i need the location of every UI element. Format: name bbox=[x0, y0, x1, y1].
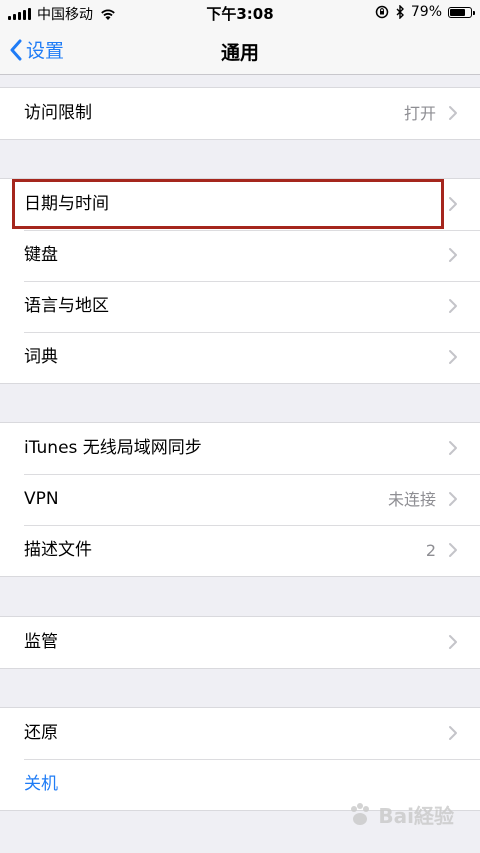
row-label: 监管 bbox=[24, 632, 58, 652]
settings-group: iTunes 无线局域网同步 VPN 未连接描述文件 2 bbox=[0, 422, 480, 577]
row-label: 还原 bbox=[24, 723, 58, 743]
chevron-right-icon bbox=[449, 106, 457, 120]
bluetooth-icon bbox=[396, 5, 404, 19]
settings-row[interactable]: 描述文件 2 bbox=[0, 525, 480, 576]
settings-group: 监管 bbox=[0, 616, 480, 669]
row-label: 访问限制 bbox=[24, 103, 92, 123]
chevron-right-icon bbox=[449, 543, 457, 557]
settings-group: 访问限制 打开 bbox=[0, 87, 480, 140]
settings-row[interactable]: 键盘 bbox=[0, 230, 480, 281]
settings-row[interactable]: iTunes 无线局域网同步 bbox=[0, 423, 480, 474]
row-value: 未连接 bbox=[387, 490, 436, 509]
chevron-right-icon bbox=[449, 248, 457, 262]
row-label: 描述文件 bbox=[24, 540, 92, 560]
chevron-right-icon bbox=[449, 441, 457, 455]
chevron-right-icon bbox=[449, 492, 457, 506]
row-label: 关机 bbox=[24, 774, 58, 794]
battery-percent: 79% bbox=[410, 4, 442, 20]
page-title: 通用 bbox=[220, 42, 259, 64]
settings-group: 还原 关机 bbox=[0, 707, 480, 811]
settings-row[interactable]: 语言与地区 bbox=[0, 281, 480, 332]
chevron-right-icon bbox=[449, 197, 457, 211]
row-label: 键盘 bbox=[24, 245, 58, 265]
chevron-right-icon bbox=[449, 726, 457, 740]
navigation-bar: 设置 通用 bbox=[0, 26, 480, 75]
settings-row[interactable]: 还原 bbox=[0, 708, 480, 759]
settings-row[interactable]: 监管 bbox=[0, 617, 480, 668]
status-right: 79% bbox=[375, 4, 475, 20]
chevron-right-icon bbox=[449, 299, 457, 313]
battery-icon bbox=[448, 6, 475, 18]
chevron-right-icon bbox=[449, 350, 457, 364]
highlight-annotation bbox=[12, 179, 444, 229]
watermark: Bai経验 bbox=[346, 800, 454, 829]
orientation-lock-icon bbox=[375, 5, 389, 19]
row-label: 语言与地区 bbox=[24, 296, 109, 316]
row-value: 打开 bbox=[403, 104, 436, 123]
row-label: iTunes 无线局域网同步 bbox=[24, 438, 202, 458]
settings-row[interactable]: 词典 bbox=[0, 332, 480, 383]
row-label: 词典 bbox=[24, 347, 58, 367]
status-bar: 中国移动 下午3:08 79% bbox=[0, 0, 480, 26]
settings-row[interactable]: 访问限制 打开 bbox=[0, 88, 480, 139]
watermark-text: Bai経验 bbox=[378, 804, 454, 828]
chevron-right-icon bbox=[449, 635, 457, 649]
baidu-paw-icon bbox=[351, 802, 370, 825]
row-label: VPN bbox=[24, 489, 59, 509]
row-value: 2 bbox=[425, 541, 436, 560]
settings-row[interactable]: VPN 未连接 bbox=[0, 474, 480, 525]
